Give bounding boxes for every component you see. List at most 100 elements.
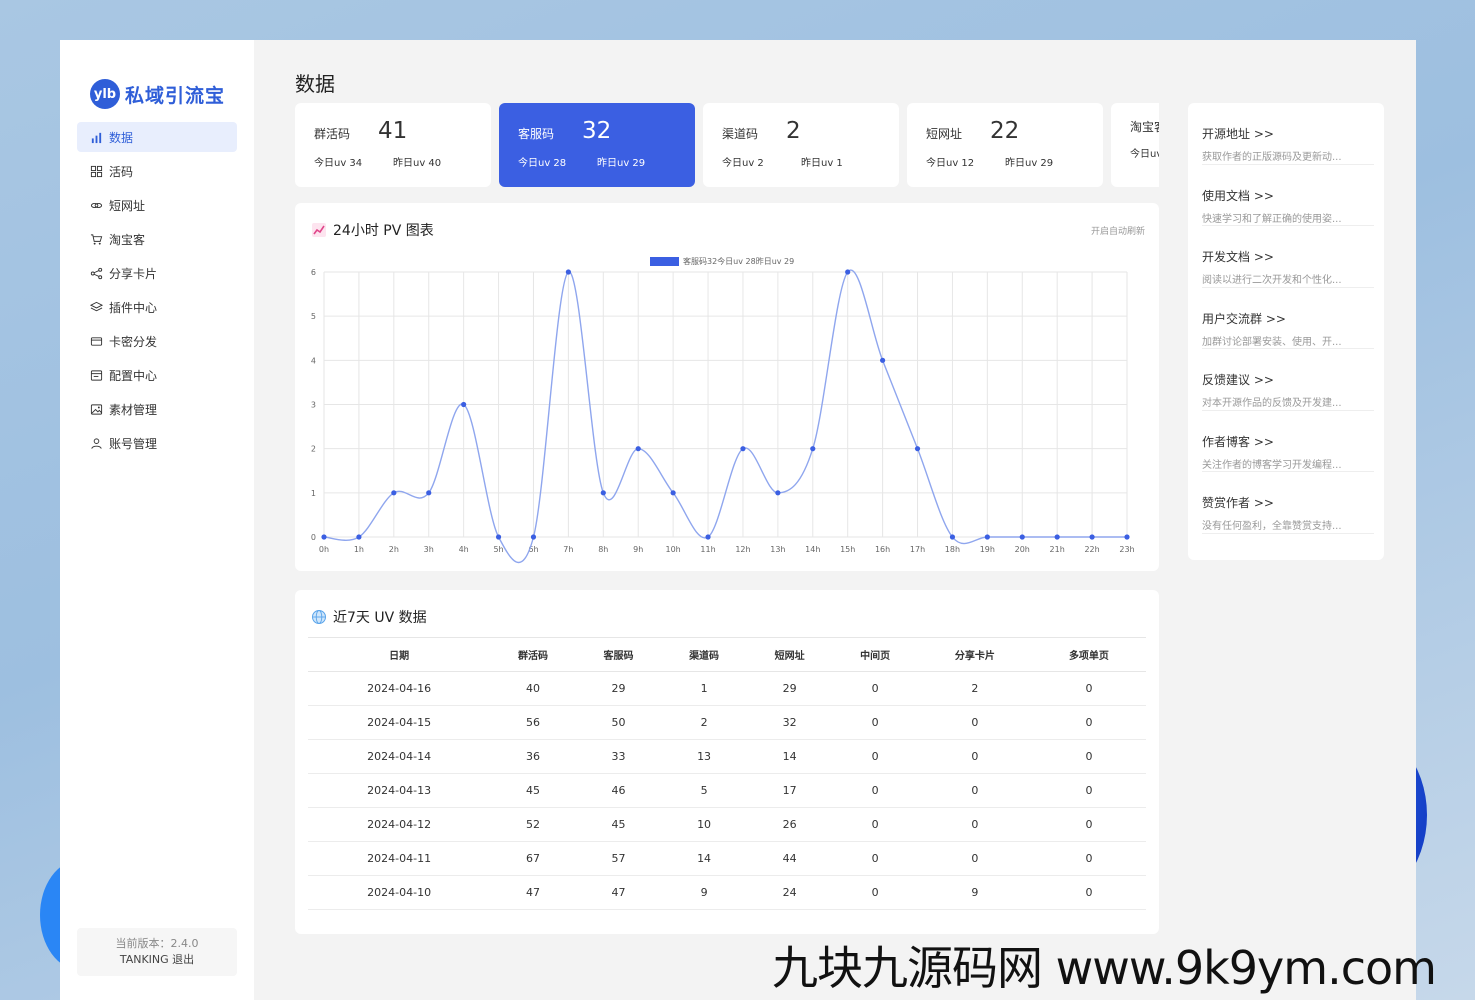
sidebar-item-label: 短网址: [109, 198, 146, 213]
x-tick-label: 15h: [840, 545, 855, 554]
stat-card[interactable]: 短网址 22 今日uv 12 昨日uv 29: [907, 103, 1103, 187]
sidebar-item-1[interactable]: 活码: [77, 156, 237, 186]
table-row: 2024-04-16 40 29 1 29 0 2 0: [308, 671, 1146, 706]
sidebar-item-4[interactable]: 分享卡片: [77, 258, 237, 288]
x-tick-label: 7h: [563, 545, 573, 554]
quick-link-title: 用户交流群 >>: [1202, 311, 1286, 326]
table-cell: 44: [746, 841, 833, 876]
sidebar-item-2[interactable]: 短网址: [77, 190, 237, 220]
table-panel-header: 近7天 UV 数据: [311, 607, 427, 627]
x-tick-label: 23h: [1119, 545, 1134, 554]
stats-carousel: 群活码 41 今日uv 34 昨日uv 40 客服码 32 今日uv 28 昨日uv 29 渠道…: [295, 103, 1159, 189]
quick-link-title: 开源地址 >>: [1202, 127, 1274, 141]
stat-name: 客服码: [518, 127, 555, 141]
table-cell: 17: [746, 773, 833, 808]
quick-link-title: 作者博客 >>: [1202, 434, 1274, 449]
quick-link-item[interactable]: 开发文档 >> 阅读以进行二次开发和个性化...: [1202, 226, 1374, 288]
logo-badge: ylb: [90, 79, 120, 109]
quick-link-title: 赞赏作者 >>: [1202, 496, 1274, 510]
table-cell: 2024-04-13: [308, 773, 491, 808]
table-cell: 1: [661, 671, 747, 706]
user-logout[interactable]: TANKING 退出: [77, 952, 237, 968]
x-tick-label: 14h: [805, 545, 820, 554]
x-tick-label: 18h: [945, 545, 960, 554]
sidebar-item-9[interactable]: 账号管理: [77, 428, 237, 458]
sidebar-item-5[interactable]: 插件中心: [77, 292, 237, 322]
quick-link-desc: 快速学习和了解正确的使用姿...: [1202, 213, 1342, 225]
data-point: [1124, 534, 1130, 540]
y-tick-label: 1: [311, 489, 316, 498]
card-icon: [90, 336, 103, 346]
data-point: [356, 534, 362, 540]
table-cell: 2: [661, 705, 747, 740]
quick-link-desc: 阅读以进行二次开发和个性化...: [1202, 275, 1342, 286]
data-point: [461, 401, 467, 408]
data-point: [1019, 534, 1025, 540]
table-header-row: 日期 群活码 客服码 渠道码 短网址 中间页 分享卡片 多项单页: [308, 637, 1146, 672]
quick-link-item[interactable]: 使用文档 >> 快速学习和了解正确的使用姿...: [1202, 165, 1374, 226]
stat-name: 短网址: [926, 127, 963, 141]
logo[interactable]: ylb 私域引流宝: [60, 40, 254, 122]
stat-name: 渠道码: [722, 127, 759, 141]
stat-value: 22: [990, 118, 1020, 144]
stat-card[interactable]: 渠道码 2 今日uv 2 昨日uv 1: [703, 103, 899, 187]
sidebar-menu: 数据活码短网址淘宝客分享卡片插件中心卡密分发配置中心素材管理账号管理: [60, 122, 254, 458]
stat-uv: 今日uv 28 昨日uv 29: [518, 154, 695, 169]
table-cell: 0: [917, 773, 1032, 808]
table-cell: 14: [661, 841, 747, 876]
stat-yesterday-uv: 昨日uv 40: [393, 158, 442, 169]
x-tick-label: 21h: [1050, 545, 1065, 554]
stat-today-uv: 今日uv 34: [314, 158, 363, 169]
quick-link-item[interactable]: 赞赏作者 >> 没有任何盈利，全靠赞赏支持...: [1202, 472, 1374, 534]
sidebar-item-label: 素材管理: [109, 402, 158, 417]
layers-icon: [90, 301, 103, 311]
stat-uv: 今日uv 12 昨日uv 29: [926, 154, 1103, 169]
x-tick-label: 22h: [1084, 545, 1099, 554]
stat-card[interactable]: 淘宝客今日uv: [1111, 103, 1159, 187]
table-cell: 0: [917, 807, 1032, 842]
image-icon: [90, 403, 103, 415]
quick-link-item[interactable]: 用户交流群 >> 加群讨论部署安装、使用、开...: [1202, 288, 1374, 349]
x-tick-label: 17h: [910, 545, 925, 554]
table-column-header: 中间页: [832, 637, 918, 672]
version-box: 当前版本：2.4.0 TANKING 退出: [77, 928, 237, 976]
data-point: [600, 490, 606, 496]
quick-link-title: 反馈建议 >>: [1202, 373, 1274, 387]
pv-line-chart: 01234560h 1h 2h 3h 4h 5h 6h 7h 8h 9h 10h 11h 12h 13h 1…: [311, 268, 1135, 564]
sidebar-item-0[interactable]: 数据: [77, 122, 237, 152]
stat-card[interactable]: 群活码 41 今日uv 34 昨日uv 40: [295, 103, 491, 187]
table-cell: 40: [490, 671, 576, 706]
quick-link-desc: 加群讨论部署安装、使用、开...: [1202, 336, 1342, 348]
quick-link-item[interactable]: 作者博客 >> 关注作者的博客学习开发编程...: [1202, 411, 1374, 472]
table-cell: 9: [661, 875, 747, 910]
uv-table-panel: 近7天 UV 数据 日期 群活码 客服码 渠道码 短网址 中间页 分享卡片 多项单页 2024…: [295, 590, 1159, 934]
x-tick-label: 12h: [735, 545, 750, 554]
data-point: [391, 490, 397, 496]
sidebar-item-7[interactable]: 配置中心: [77, 360, 237, 390]
x-tick-label: 8h: [598, 545, 608, 554]
quick-link-desc: 对本开源作品的反馈及开发建...: [1202, 398, 1342, 409]
sidebar-item-3[interactable]: 淘宝客: [77, 224, 237, 254]
config-icon: [90, 369, 103, 381]
quick-link-item[interactable]: 反馈建议 >> 对本开源作品的反馈及开发建...: [1202, 349, 1374, 411]
data-point: [880, 357, 886, 363]
table-cell: 0: [832, 773, 918, 808]
x-tick-label: 0h: [319, 545, 329, 554]
share-icon: [90, 267, 103, 279]
quick-link-item[interactable]: 开源地址 >> 获取作者的正版源码及更新动...: [1202, 103, 1374, 165]
table-title: 近7天 UV 数据: [333, 610, 427, 626]
y-tick-label: 2: [311, 445, 316, 454]
x-tick-label: 3h: [424, 545, 434, 554]
data-point: [321, 534, 327, 540]
quick-links-panel: 开源地址 >> 获取作者的正版源码及更新动... 使用文档 >> 快速学习和了解正确的…: [1188, 103, 1384, 560]
sidebar-item-8[interactable]: 素材管理: [77, 394, 237, 424]
sidebar-item-6[interactable]: 卡密分发: [77, 326, 237, 356]
y-tick-label: 3: [311, 401, 316, 410]
table-cell: 0: [1031, 807, 1146, 842]
table-cell: 46: [575, 773, 662, 808]
stat-card[interactable]: 客服码 32 今日uv 28 昨日uv 29: [499, 103, 695, 187]
stat-value: 41: [378, 118, 408, 144]
table-column-header: 短网址: [746, 637, 833, 672]
x-tick-label: 10h: [666, 545, 681, 554]
table-cell: 0: [832, 739, 918, 774]
